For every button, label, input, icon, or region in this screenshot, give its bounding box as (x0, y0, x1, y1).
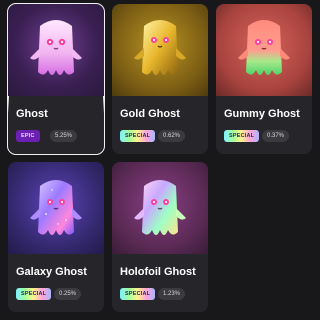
item-card-gold-ghost[interactable]: Gold Ghost SPECIAL 0.62% (112, 4, 208, 154)
card-info: Galaxy Ghost SPECIAL 0.25% (8, 254, 104, 312)
drop-rate: 1.23% (158, 288, 186, 300)
item-name: Ghost (16, 108, 48, 120)
card-info: Gummy Ghost SPECIAL 0.37% (216, 96, 312, 154)
holofoil-ghost-icon (134, 180, 186, 235)
gold-ghost-icon (134, 20, 186, 75)
rarity-badge: SPECIAL (120, 130, 156, 142)
ghost-icon (30, 20, 82, 75)
item-card-holofoil-ghost[interactable]: Holofoil Ghost SPECIAL 1.23% (112, 162, 208, 312)
card-artwork (112, 162, 208, 254)
card-info: Gold Ghost SPECIAL 0.62% (112, 96, 208, 154)
card-info: Holofoil Ghost SPECIAL 1.23% (112, 254, 208, 312)
rarity-badge: SPECIAL (224, 130, 260, 142)
item-name: Galaxy Ghost (16, 266, 87, 278)
rarity-badge: EPIC (16, 130, 40, 142)
card-artwork (112, 4, 208, 96)
item-card-galaxy-ghost[interactable]: Galaxy Ghost SPECIAL 0.25% (8, 162, 104, 312)
item-card-gummy-ghost[interactable]: Gummy Ghost SPECIAL 0.37% (216, 4, 312, 154)
drop-rate: 0.62% (158, 130, 186, 142)
gummy-ghost-icon (238, 20, 290, 75)
card-artwork (8, 4, 104, 96)
drop-rate: 0.37% (262, 130, 290, 142)
item-name: Gummy Ghost (224, 108, 300, 120)
drop-rate: 5.25% (50, 130, 78, 142)
card-artwork (216, 4, 312, 96)
drop-rate: 0.25% (54, 288, 82, 300)
rarity-badge: SPECIAL (120, 288, 156, 300)
item-card-ghost[interactable]: Ghost EPIC 5.25% (7, 3, 105, 155)
rarity-badge: SPECIAL (16, 288, 52, 300)
item-name: Holofoil Ghost (120, 266, 196, 278)
galaxy-ghost-icon (30, 180, 82, 235)
item-name: Gold Ghost (120, 108, 180, 120)
card-artwork (8, 162, 104, 254)
card-info: Ghost EPIC 5.25% (8, 96, 104, 154)
